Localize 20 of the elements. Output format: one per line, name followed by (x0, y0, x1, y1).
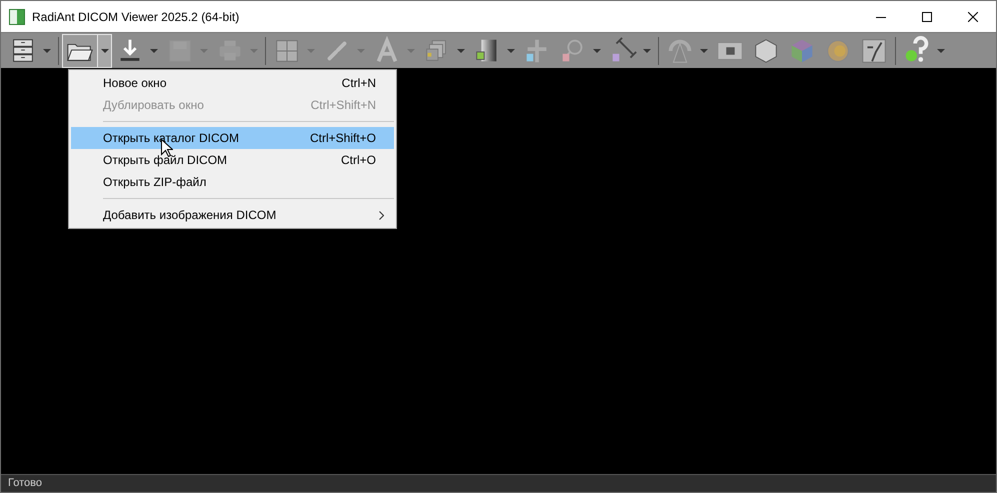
caret-icon (507, 48, 515, 52)
menu-item[interactable]: Открыть файл DICOM Ctrl+O (71, 149, 394, 171)
caret-icon (100, 48, 108, 52)
caret-icon (457, 48, 465, 52)
caret-icon (43, 48, 51, 52)
caret-icon (937, 48, 945, 52)
menu-item[interactable]: Новое окно Ctrl+N (71, 72, 394, 94)
status-text: Готово (8, 476, 42, 492)
close-icon (968, 12, 978, 22)
caret-icon (643, 48, 651, 52)
menu-item[interactable]: Открыть ZIP-файл (71, 171, 394, 193)
window-title: RadiAnt DICOM Viewer 2025.2 (64-bit) (32, 8, 240, 26)
app-logo-icon (9, 8, 25, 24)
dropdown-arrow-button[interactable] (97, 34, 111, 66)
caret-icon (593, 48, 601, 52)
caret-icon (150, 48, 158, 52)
caret-icon (700, 48, 708, 52)
maximize-icon (922, 12, 932, 22)
toolbar-button-group[interactable] (62, 34, 112, 68)
menu-item[interactable]: Добавить изображения DICOM (71, 204, 394, 226)
